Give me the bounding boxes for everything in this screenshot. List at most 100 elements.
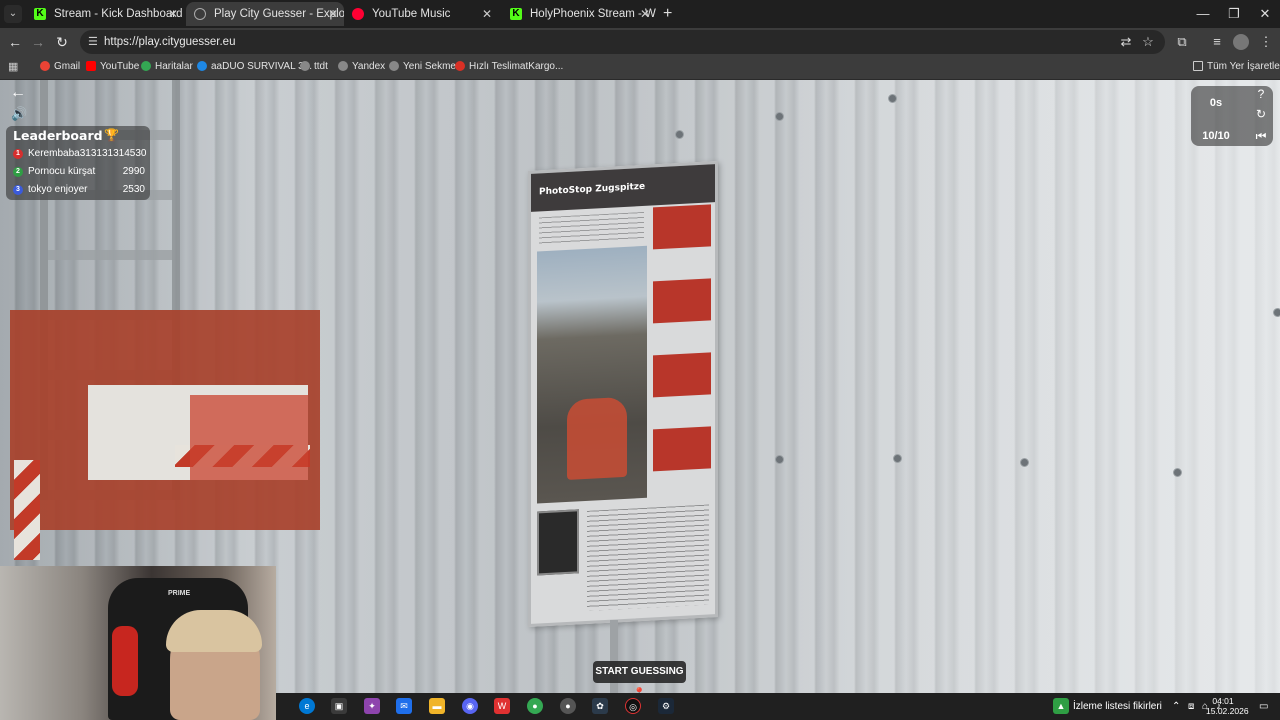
tray-expand-icon[interactable]: ⌃ — [1172, 693, 1180, 720]
bookmark-hizli-teslimat[interactable]: Hızlı TeslimatKargo... — [455, 56, 563, 78]
player-name: tokyo enjoyer — [28, 184, 88, 195]
maps-icon — [141, 61, 151, 71]
obs-icon[interactable]: ◎ — [625, 698, 641, 714]
app-icon[interactable]: ✿ — [592, 698, 608, 714]
bolt — [1020, 458, 1029, 467]
mail-icon[interactable]: ✉ — [396, 698, 412, 714]
reset-view-icon[interactable]: ↻ — [1253, 106, 1269, 122]
round-counter: 10/10 — [1202, 130, 1230, 142]
leaderboard-panel: Leaderboard 🏆 1 Kerembaba313131314530 2 … — [6, 126, 150, 200]
gmail-icon — [40, 61, 50, 71]
extensions-icon[interactable]: ⧉ — [1172, 32, 1192, 52]
leaderboard-row: 1 Kerembaba313131314530 — [13, 146, 147, 162]
chrome-profile-icon[interactable]: ● — [560, 698, 576, 714]
rank-badge: 2 — [13, 167, 23, 177]
taskbar-clock[interactable]: 04:01 15.02.2026 — [1206, 696, 1249, 716]
bolt — [775, 112, 784, 121]
clock-date: 15.02.2026 — [1206, 706, 1249, 716]
app-w-icon[interactable]: W — [494, 698, 510, 714]
store-icon[interactable]: ▣ — [331, 698, 347, 714]
minimize-icon[interactable]: — — [1188, 4, 1218, 24]
back-icon[interactable]: ← — [5, 32, 25, 52]
leaderboard-row: 2 Pornocu kürşat 2990 — [13, 164, 147, 180]
camera-icon — [537, 509, 579, 576]
close-tab-icon[interactable]: ✕ — [482, 2, 492, 26]
site-info-icon[interactable]: ☰ — [88, 35, 102, 49]
leaderboard-row: 3 tokyo enjoyer 2530 — [13, 182, 147, 198]
windows-taskbar: e ▣ ✦ ✉ ▬ ◉ W ● ● ✿ ◎ ⚙ ▲ İzleme listesi… — [276, 693, 1280, 720]
notification-icon[interactable]: ▭ — [1259, 693, 1268, 720]
cargo-icon — [455, 61, 465, 71]
steam-icon[interactable]: ⚙ — [658, 698, 674, 714]
rank-badge: 1 — [13, 149, 23, 159]
globe-icon — [300, 61, 310, 71]
kick-icon: K — [510, 8, 522, 20]
bookmark-youtube[interactable]: YouTube — [86, 56, 139, 78]
chair-accent — [112, 626, 138, 696]
streamer-hair — [166, 610, 262, 652]
profile-avatar[interactable] — [1233, 34, 1249, 50]
sign-photo — [537, 245, 647, 504]
reload-icon[interactable]: ↻ — [52, 32, 72, 52]
bolt — [775, 455, 784, 464]
globe-icon — [389, 61, 399, 71]
youtube-music-icon — [352, 8, 364, 20]
discord-icon[interactable]: ◉ — [462, 698, 478, 714]
bookmark-ttdt[interactable]: ttdt — [300, 56, 328, 78]
skip-back-icon[interactable]: ⏮ — [1253, 128, 1269, 144]
sign-footer-text — [587, 504, 709, 611]
start-guessing-button[interactable]: START GUESSING 📍 — [593, 661, 686, 699]
address-bar[interactable]: ☰ https://play.cityguesser.eu — [80, 30, 1165, 54]
tab-search-button[interactable]: ⌄ — [4, 5, 22, 23]
rank-badge: 3 — [13, 185, 23, 195]
browser-toolbar: ← → ↻ ☰ https://play.cityguesser.eu ⇄ ☆ … — [0, 28, 1280, 56]
player-name: Kerembaba313131314530 — [28, 148, 147, 159]
url-text[interactable]: https://play.cityguesser.eu — [104, 30, 235, 54]
close-tab-icon[interactable]: ✕ — [328, 2, 338, 26]
restore-icon[interactable]: ❐ — [1219, 4, 1249, 24]
edge-icon[interactable]: e — [299, 698, 315, 714]
globe-icon — [194, 8, 206, 20]
webcam-overlay: PRIME — [0, 566, 276, 720]
close-tab-icon[interactable]: ✕ — [168, 2, 178, 26]
copilot-icon[interactable]: ✦ — [364, 698, 380, 714]
leaderboard-title: Leaderboard — [13, 128, 103, 143]
menu-dots-icon[interactable]: ⋮ — [1256, 32, 1276, 52]
bookmark-aaduo[interactable]: aaDUO SURVIVAL 3... — [197, 56, 312, 78]
file-explorer-icon[interactable]: ▬ — [429, 698, 445, 714]
back-arrow-icon[interactable]: ← — [10, 84, 26, 102]
tray-display-icon[interactable]: ⧈ — [1188, 693, 1194, 720]
help-icon[interactable]: ? — [1253, 86, 1269, 102]
translate-icon[interactable]: ⇄ — [1116, 32, 1136, 52]
lift-red-panel — [190, 395, 308, 480]
scene-haze — [780, 80, 1280, 693]
tab-city-guesser[interactable]: Play City Guesser - Explore the ✕ — [186, 2, 344, 26]
tab-kick-dashboard[interactable]: K Stream - Kick Dashboard ✕ — [26, 2, 184, 26]
tab-youtube-music[interactable]: YouTube Music ✕ — [344, 2, 498, 26]
all-bookmarks-folder[interactable]: Tüm Yer İşaretleri — [1193, 56, 1280, 78]
volume-icon[interactable]: 🔊 — [11, 106, 27, 122]
tab-holyphoenix-stream[interactable]: K HolyPhoenix Stream - Watch Li ✕ — [502, 2, 656, 26]
bolt — [1173, 468, 1182, 477]
bookmark-yandex[interactable]: Yandex — [338, 56, 385, 78]
player-name: Pornocu kürşat — [28, 166, 96, 177]
bookmark-star-icon[interactable]: ☆ — [1138, 32, 1158, 52]
forward-icon[interactable]: → — [28, 32, 48, 52]
folder-icon — [1193, 61, 1203, 71]
tab-strip: ⌄ K Stream - Kick Dashboard ✕ Play City … — [0, 0, 1280, 28]
sign-phone-panel — [653, 278, 711, 324]
chair-logo: PRIME — [168, 590, 191, 597]
bookmark-haritalar[interactable]: Haritalar — [141, 56, 193, 78]
bookmark-yeni-sekme[interactable]: Yeni Sekme — [389, 56, 456, 78]
chrome-icon[interactable]: ● — [527, 698, 543, 714]
kick-icon: K — [34, 8, 46, 20]
player-score: 2530 — [122, 184, 145, 195]
news-widget[interactable]: İzleme listesi fikirleri — [1073, 693, 1162, 720]
close-window-icon[interactable]: ✕ — [1250, 4, 1280, 24]
media-control-icon[interactable]: ≡ — [1207, 32, 1227, 52]
activation-watermark — [1024, 630, 1274, 678]
close-tab-icon[interactable]: ✕ — [640, 2, 650, 26]
apps-grid-icon[interactable]: ▦ — [8, 61, 20, 73]
bookmark-gmail[interactable]: Gmail — [40, 56, 80, 78]
new-tab-button[interactable]: + — [663, 4, 672, 24]
